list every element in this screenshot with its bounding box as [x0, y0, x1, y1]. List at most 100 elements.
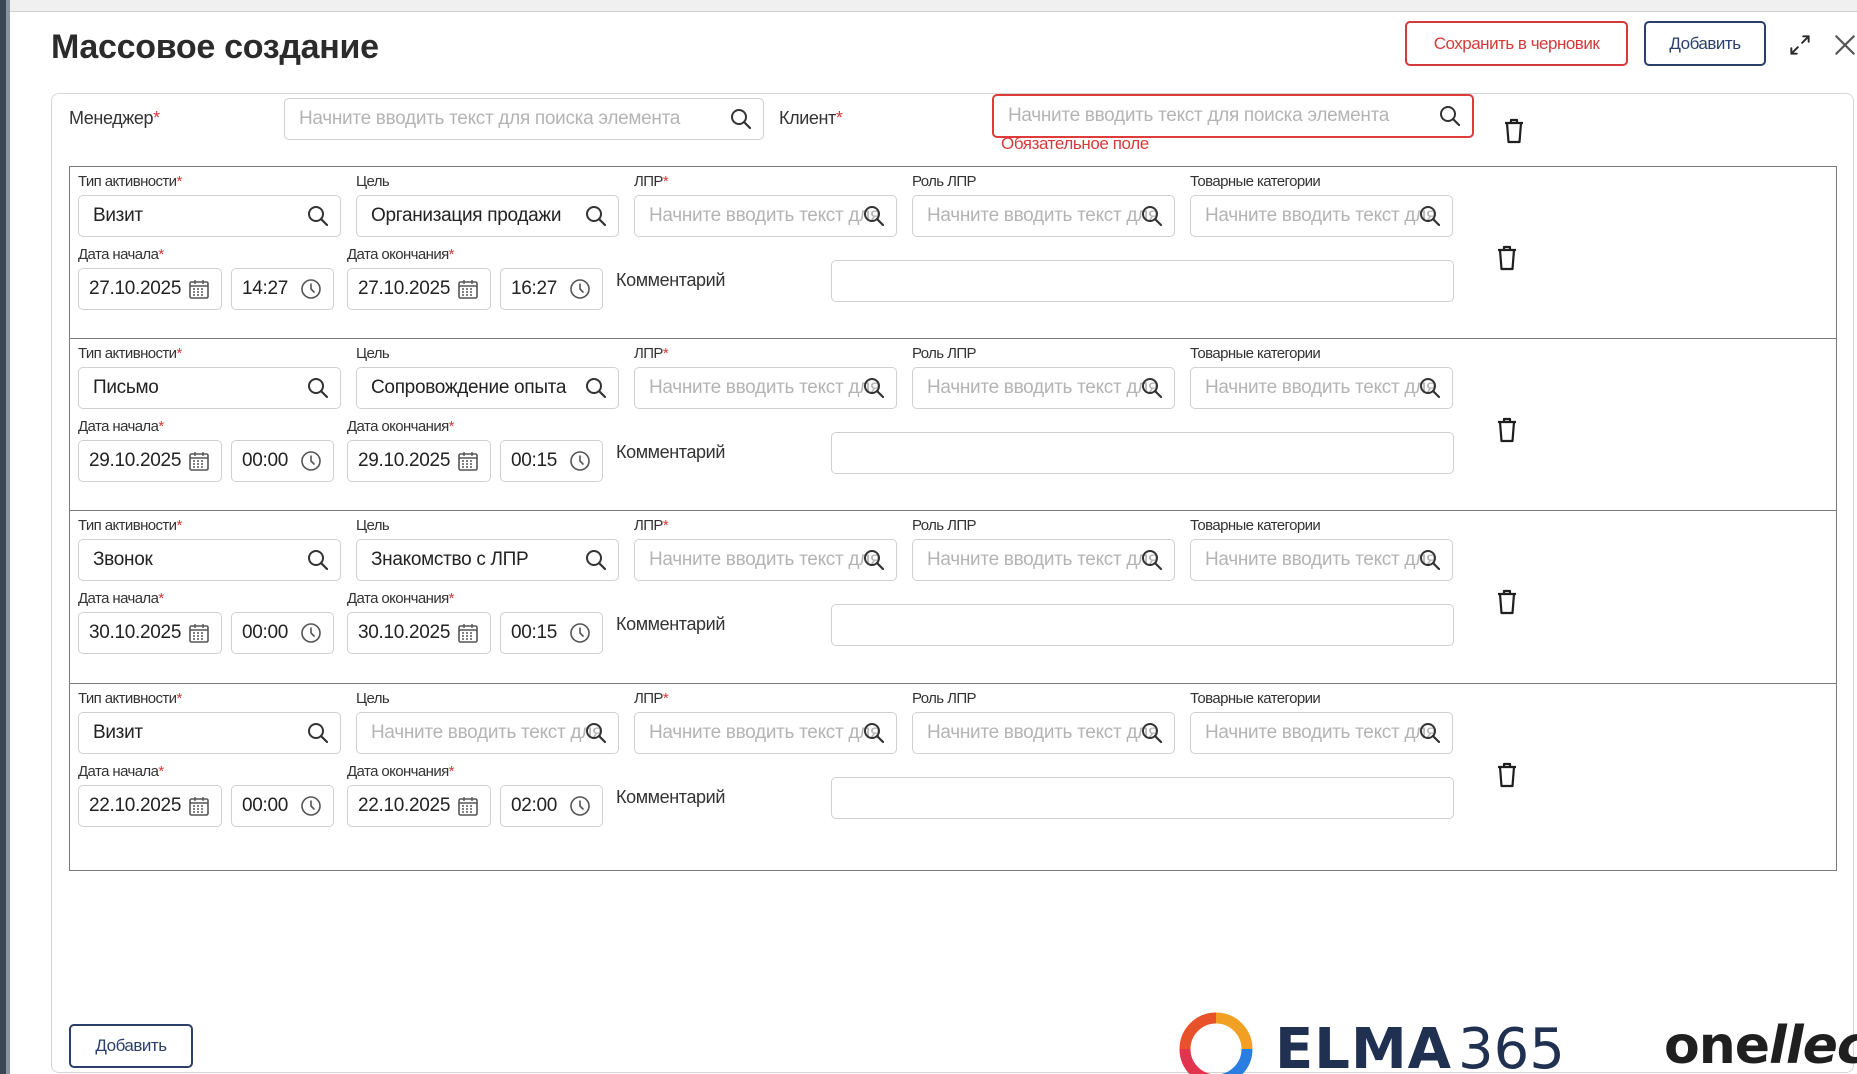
goal-input[interactable]: Сопровождение опыта — [356, 367, 619, 409]
required-mark: * — [662, 173, 669, 190]
search-icon[interactable] — [862, 204, 886, 228]
start-date-label-text: Дата начала — [78, 246, 159, 263]
search-icon[interactable] — [1418, 548, 1442, 572]
search-icon[interactable] — [729, 107, 753, 131]
trash-icon[interactable] — [1495, 761, 1519, 789]
lpr-role-input[interactable]: Начните вводить текст для — [912, 195, 1175, 237]
start-date-input[interactable]: 22.10.2025 — [78, 785, 222, 827]
clock-icon[interactable] — [568, 794, 592, 818]
end-date-label: Дата окончания* — [347, 418, 455, 435]
save-draft-button[interactable]: Сохранить в черновик — [1405, 21, 1628, 66]
start-time-input[interactable]: 00:00 — [231, 440, 334, 482]
trash-icon[interactable] — [1495, 416, 1519, 444]
search-icon[interactable] — [1418, 721, 1442, 745]
end-date-input[interactable]: 30.10.2025 — [347, 612, 491, 654]
lpr-input[interactable]: Начните вводить текст для — [634, 539, 897, 581]
end-date-input[interactable]: 29.10.2025 — [347, 440, 491, 482]
search-icon[interactable] — [1418, 376, 1442, 400]
end-time-input[interactable]: 16:27 — [500, 268, 603, 310]
clock-icon[interactable] — [299, 621, 323, 645]
client-search-input[interactable]: Начните вводить текст для поиска элемент… — [992, 94, 1474, 138]
lpr-role-input[interactable]: Начните вводить текст для — [912, 367, 1175, 409]
calendar-icon[interactable] — [456, 794, 480, 818]
start-time-input[interactable]: 14:27 — [231, 268, 334, 310]
search-icon[interactable] — [306, 548, 330, 572]
calendar-icon[interactable] — [456, 621, 480, 645]
start-date-input[interactable]: 29.10.2025 — [78, 440, 222, 482]
comment-input[interactable] — [831, 777, 1454, 819]
lpr-input[interactable]: Начните вводить текст для — [634, 712, 897, 754]
activity-type-input[interactable]: Письмо — [78, 367, 341, 409]
search-icon[interactable] — [1140, 376, 1164, 400]
activity-type-input[interactable]: Звонок — [78, 539, 341, 581]
goal-input[interactable]: Начните вводить текст для — [356, 712, 619, 754]
calendar-icon[interactable] — [187, 621, 211, 645]
activity-type-input[interactable]: Визит — [78, 195, 341, 237]
search-icon[interactable] — [306, 376, 330, 400]
comment-input[interactable] — [831, 604, 1454, 646]
lpr-role-input[interactable]: Начните вводить текст для — [912, 539, 1175, 581]
end-date-input[interactable]: 27.10.2025 — [347, 268, 491, 310]
calendar-icon[interactable] — [187, 277, 211, 301]
required-mark: * — [448, 246, 455, 263]
product-categories-input[interactable]: Начните вводить текст для — [1190, 712, 1453, 754]
end-time-input[interactable]: 02:00 — [500, 785, 603, 827]
search-icon[interactable] — [306, 204, 330, 228]
end-time-input[interactable]: 00:15 — [500, 612, 603, 654]
calendar-icon[interactable] — [456, 277, 480, 301]
search-icon[interactable] — [306, 721, 330, 745]
search-icon[interactable] — [1438, 104, 1462, 128]
search-icon[interactable] — [862, 721, 886, 745]
search-icon[interactable] — [584, 721, 608, 745]
manager-search-input[interactable]: Начните вводить текст для поиска элемент… — [284, 98, 764, 140]
goal-input[interactable]: Знакомство с ЛПР — [356, 539, 619, 581]
lpr-input[interactable]: Начните вводить текст для — [634, 367, 897, 409]
start-date-input[interactable]: 27.10.2025 — [78, 268, 222, 310]
start-date-input[interactable]: 30.10.2025 — [78, 612, 222, 654]
end-date-input[interactable]: 22.10.2025 — [347, 785, 491, 827]
lpr-label: ЛПР* — [634, 345, 669, 362]
calendar-icon[interactable] — [187, 794, 211, 818]
trash-icon[interactable] — [1495, 244, 1519, 272]
search-icon[interactable] — [862, 376, 886, 400]
search-icon[interactable] — [862, 548, 886, 572]
search-icon[interactable] — [1140, 204, 1164, 228]
lpr-label-text: ЛПР — [634, 690, 663, 707]
product-categories-input[interactable]: Начните вводить текст для — [1190, 539, 1453, 581]
close-icon[interactable] — [1832, 32, 1857, 58]
search-icon[interactable] — [1140, 548, 1164, 572]
comment-input[interactable] — [831, 260, 1454, 302]
clock-icon[interactable] — [568, 449, 592, 473]
product-categories-input[interactable]: Начните вводить текст для — [1190, 195, 1453, 237]
add-button-top[interactable]: Добавить — [1644, 21, 1766, 66]
search-icon[interactable] — [584, 548, 608, 572]
search-icon[interactable] — [584, 204, 608, 228]
calendar-icon[interactable] — [187, 449, 211, 473]
goal-input[interactable]: Организация продажи — [356, 195, 619, 237]
trash-icon[interactable] — [1502, 117, 1526, 145]
search-icon[interactable] — [1140, 721, 1164, 745]
end-time-input[interactable]: 00:15 — [500, 440, 603, 482]
activity-type-input[interactable]: Визит — [78, 712, 341, 754]
expand-icon[interactable] — [1787, 32, 1813, 58]
activity-type-value: Визит — [93, 205, 143, 226]
clock-icon[interactable] — [568, 277, 592, 301]
search-icon[interactable] — [584, 376, 608, 400]
clock-icon[interactable] — [299, 794, 323, 818]
start-time-input[interactable]: 00:00 — [231, 612, 334, 654]
start-time-input[interactable]: 00:00 — [231, 785, 334, 827]
clock-icon[interactable] — [568, 621, 592, 645]
add-row-button[interactable]: Добавить — [69, 1024, 193, 1068]
calendar-icon[interactable] — [456, 449, 480, 473]
clock-icon[interactable] — [299, 277, 323, 301]
lpr-role-input[interactable]: Начните вводить текст для — [912, 712, 1175, 754]
goal-value: Сопровождение опыта — [371, 377, 567, 398]
comment-input[interactable] — [831, 432, 1454, 474]
search-icon[interactable] — [1418, 204, 1442, 228]
lpr-label: ЛПР* — [634, 173, 669, 190]
lpr-input[interactable]: Начните вводить текст для — [634, 195, 897, 237]
product-categories-input[interactable]: Начните вводить текст для — [1190, 367, 1453, 409]
end-date-label: Дата окончания* — [347, 590, 455, 607]
clock-icon[interactable] — [299, 449, 323, 473]
trash-icon[interactable] — [1495, 588, 1519, 616]
